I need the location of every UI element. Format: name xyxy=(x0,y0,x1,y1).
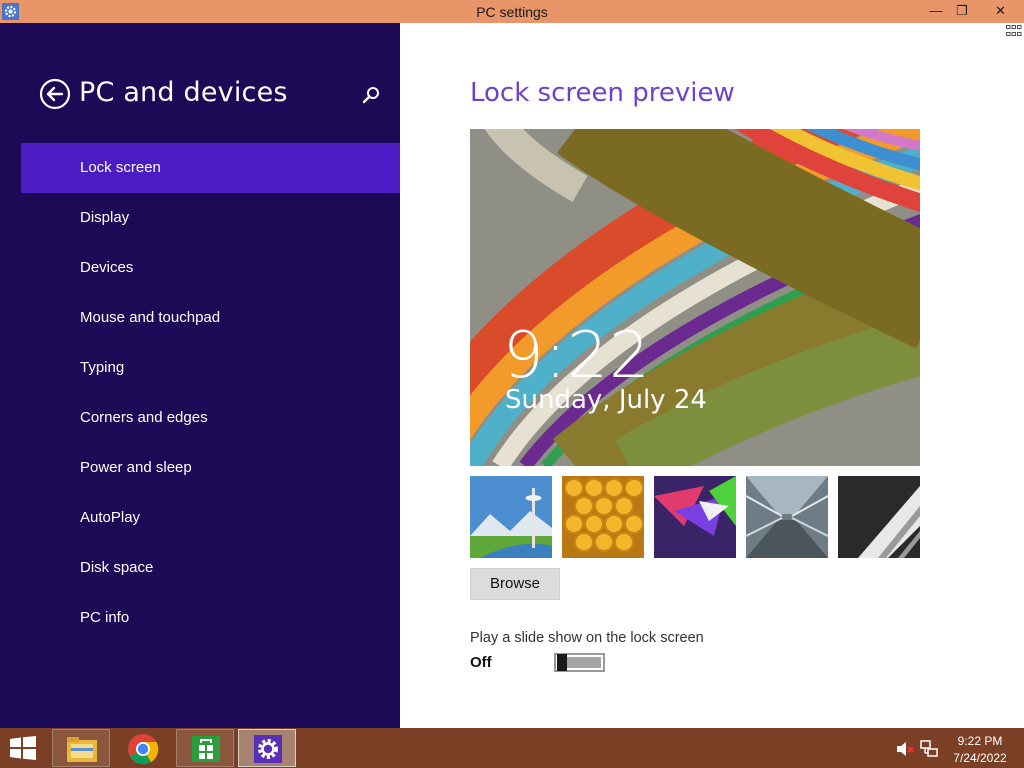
window-title: PC settings xyxy=(476,4,548,20)
volume-muted-icon[interactable] xyxy=(896,741,914,757)
sidebar-item-corners-and-edges[interactable]: Corners and edges xyxy=(21,393,400,443)
thumbnail-seattle-space-needle[interactable] xyxy=(470,476,552,558)
toggle-knob xyxy=(557,654,567,671)
sidebar-item-typing[interactable]: Typing xyxy=(21,343,400,393)
back-arrow-icon[interactable] xyxy=(39,78,71,110)
browse-button[interactable]: Browse xyxy=(470,568,560,600)
file-explorer-icon xyxy=(67,737,97,762)
slideshow-toggle[interactable] xyxy=(554,653,605,672)
settings-icon xyxy=(254,735,282,763)
sidebar-title: PC and devices xyxy=(79,77,288,108)
minimize-button[interactable]: — xyxy=(922,0,950,21)
close-button[interactable]: ✕ xyxy=(977,0,1024,21)
section-title: Lock screen preview xyxy=(470,78,735,108)
preview-wallpaper xyxy=(470,129,920,466)
slideshow-state: Off xyxy=(470,654,492,671)
network-icon[interactable] xyxy=(920,740,938,758)
sidebar-item-devices[interactable]: Devices xyxy=(21,243,400,293)
sidebar-item-mouse-and-touchpad[interactable]: Mouse and touchpad xyxy=(21,293,400,343)
preview-clock: 9:22 xyxy=(503,319,651,393)
thumbnail-honeycomb[interactable] xyxy=(562,476,644,558)
restore-icon: ❐ xyxy=(956,3,968,18)
taskbar: 9:22 PM 7/24/2022 xyxy=(0,728,1024,768)
sidebar-item-autoplay[interactable]: AutoPlay xyxy=(21,493,400,543)
sidebar-item-lock-screen[interactable]: Lock screen xyxy=(21,143,400,193)
thumbnail-piano-keys[interactable] xyxy=(838,476,920,558)
sidebar-item-display[interactable]: Display xyxy=(21,193,400,243)
title-bar: PC settings — ❐ ✕ xyxy=(0,0,1024,23)
taskbar-chrome[interactable] xyxy=(114,729,172,767)
app-commands-icon[interactable] xyxy=(1006,25,1022,37)
thumbnail-tunnel-motion[interactable] xyxy=(746,476,828,558)
taskbar-clock-time[interactable]: 9:22 PM xyxy=(940,734,1020,748)
taskbar-clock-date[interactable]: 7/24/2022 xyxy=(940,751,1020,765)
chrome-icon xyxy=(128,734,159,765)
search-icon[interactable] xyxy=(360,84,382,106)
sidebar-item-power-and-sleep[interactable]: Power and sleep xyxy=(21,443,400,493)
sidebar: PC and devices Lock screen Display Devic… xyxy=(0,23,400,728)
sidebar-nav: Lock screen Display Devices Mouse and to… xyxy=(21,143,400,643)
preview-date: Sunday, July 24 xyxy=(505,385,707,415)
toggle-track xyxy=(567,657,601,668)
taskbar-store[interactable] xyxy=(176,729,234,767)
store-icon xyxy=(192,736,220,762)
main-content: Lock screen preview 9:22 Sunday, July 24… xyxy=(400,23,1024,728)
close-icon: ✕ xyxy=(995,3,1006,18)
sidebar-item-pc-info[interactable]: PC info xyxy=(21,593,400,643)
minimize-icon: — xyxy=(929,3,943,18)
lock-screen-preview: 9:22 Sunday, July 24 xyxy=(470,129,920,466)
thumbnail-purple-geometric[interactable] xyxy=(654,476,736,558)
taskbar-pc-settings[interactable] xyxy=(238,729,296,767)
restore-button[interactable]: ❐ xyxy=(948,0,976,21)
wallpaper-thumbnails xyxy=(470,476,920,558)
slideshow-label: Play a slide show on the lock screen xyxy=(470,630,704,646)
taskbar-file-explorer[interactable] xyxy=(52,729,110,767)
sidebar-item-disk-space[interactable]: Disk space xyxy=(21,543,400,593)
windows-start-icon[interactable] xyxy=(8,736,38,760)
